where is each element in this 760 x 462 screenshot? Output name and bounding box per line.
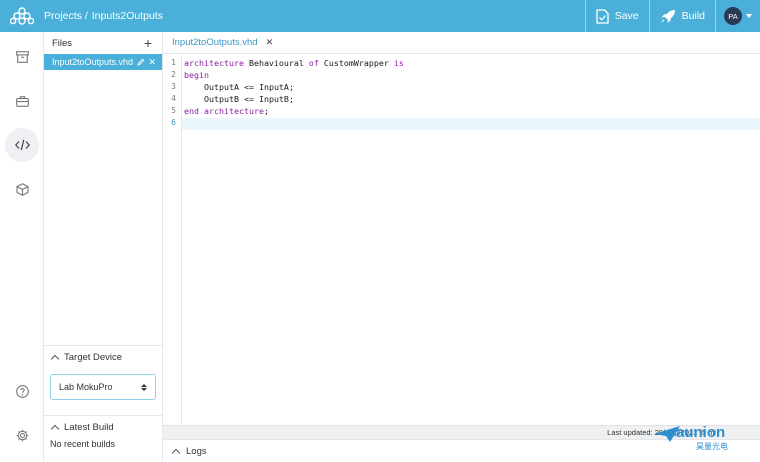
line-number: 4 bbox=[171, 94, 176, 103]
user-menu[interactable]: PA bbox=[715, 0, 760, 32]
line-number: 2 bbox=[171, 70, 176, 79]
top-bar: Projects / Inputs2Outputs Save Build PA bbox=[0, 0, 760, 32]
save-button[interactable]: Save bbox=[584, 0, 649, 32]
logs-title: Logs bbox=[186, 445, 207, 457]
code-line: architecture Behavioural of CustomWrappe… bbox=[184, 58, 404, 68]
settings-icon bbox=[16, 429, 28, 441]
breadcrumb-project-name: Inputs2Outputs bbox=[91, 10, 163, 22]
briefcase-icon bbox=[15, 95, 29, 107]
target-device-select[interactable]: Lab MokuPro bbox=[50, 374, 156, 400]
help-icon bbox=[15, 384, 29, 398]
build-button[interactable]: Build bbox=[648, 0, 715, 32]
latest-build-title: Latest Build bbox=[64, 421, 114, 433]
chevron-up-icon bbox=[50, 424, 60, 433]
files-panel-title: Files bbox=[52, 37, 73, 49]
target-device-title: Target Device bbox=[64, 351, 123, 363]
nav-code-editor[interactable] bbox=[5, 128, 39, 162]
chevron-up-icon bbox=[50, 354, 60, 363]
editor-tab-label: Input2toOutputs.vhd bbox=[172, 37, 258, 48]
watermark-brand: aunion bbox=[676, 424, 725, 441]
line-number: 5 bbox=[171, 106, 176, 115]
cube-icon bbox=[15, 182, 29, 196]
breadcrumb-projects-link[interactable]: Projects / bbox=[44, 10, 88, 22]
file-list-item[interactable]: Input2toOutputs.vhd ✕ bbox=[44, 54, 162, 70]
code-keyword: of bbox=[308, 58, 319, 68]
watermark-subtitle: 昊量光电 bbox=[696, 441, 728, 451]
breadcrumb: Projects / Inputs2Outputs bbox=[44, 10, 163, 22]
code-editor[interactable]: architecture Behavioural of CustomWrappe… bbox=[183, 55, 760, 425]
watermark-logo: aunion 昊量光电 bbox=[652, 420, 752, 452]
close-tab-icon[interactable]: ✕ bbox=[266, 37, 274, 48]
caret-down-icon bbox=[746, 14, 752, 18]
rename-pencil-icon[interactable] bbox=[137, 58, 145, 66]
left-nav-rail bbox=[0, 32, 44, 462]
line-number: 3 bbox=[171, 82, 176, 91]
files-panel-header: Files + bbox=[44, 32, 162, 54]
code-line: OutputB <= InputB; bbox=[203, 94, 294, 104]
nav-archive[interactable] bbox=[5, 40, 39, 74]
select-arrows-icon bbox=[141, 383, 147, 391]
target-device-section: Target Device Lab MokuPro bbox=[44, 345, 163, 400]
code-keyword: architecture bbox=[204, 106, 264, 116]
file-name: Input2toOutputs.vhd bbox=[52, 57, 134, 67]
rocket-icon bbox=[660, 9, 675, 23]
latest-build-header[interactable]: Latest Build bbox=[44, 416, 163, 438]
build-button-label: Build bbox=[681, 10, 705, 22]
nav-packages[interactable] bbox=[5, 172, 39, 206]
save-button-label: Save bbox=[614, 10, 639, 22]
line-number: 1 bbox=[171, 58, 176, 67]
code-keyword: is bbox=[393, 58, 404, 68]
close-file-icon[interactable]: ✕ bbox=[148, 57, 156, 68]
target-device-value: Lab MokuPro bbox=[59, 382, 113, 392]
chevron-up-icon bbox=[171, 448, 181, 457]
target-device-header[interactable]: Target Device bbox=[44, 346, 163, 368]
code-keyword: architecture bbox=[184, 58, 244, 68]
editor-tab-bar: Input2toOutputs.vhd ✕ bbox=[163, 32, 760, 54]
editor-tab[interactable]: Input2toOutputs.vhd ✕ bbox=[163, 32, 282, 54]
nav-instruments[interactable] bbox=[5, 84, 39, 118]
code-line: OutputA <= InputA; bbox=[203, 82, 294, 92]
add-file-icon[interactable]: + bbox=[144, 36, 152, 50]
line-number-gutter: 1 2 3 4 5 6 bbox=[163, 55, 182, 425]
code-line: begin bbox=[184, 69, 209, 81]
code-line: end architecture; bbox=[184, 106, 269, 116]
code-keyword: end bbox=[184, 106, 199, 116]
latest-build-section: Latest Build No recent builds bbox=[44, 415, 163, 462]
code-icon bbox=[14, 139, 30, 151]
nav-help[interactable] bbox=[5, 374, 39, 408]
archive-icon bbox=[15, 51, 29, 63]
avatar: PA bbox=[724, 7, 742, 25]
line-number: 6 bbox=[171, 118, 176, 127]
no-builds-text: No recent builds bbox=[50, 439, 116, 449]
nav-settings[interactable] bbox=[5, 418, 39, 452]
save-doc-icon bbox=[596, 8, 609, 24]
code-keyword: begin bbox=[184, 70, 209, 80]
moku-logo-icon[interactable] bbox=[0, 0, 44, 32]
